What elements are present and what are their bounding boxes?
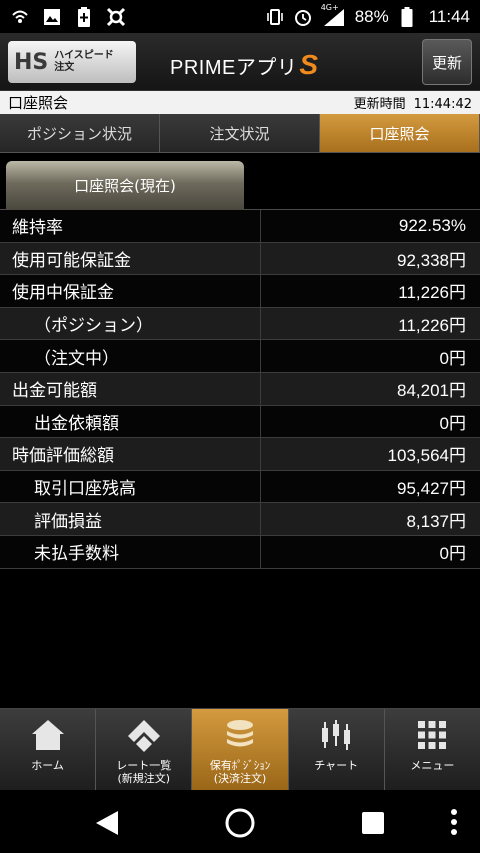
table-row: 時価評価総額 103,564円 bbox=[0, 438, 480, 471]
nav-positions[interactable]: 保有ﾎﾟｼﾞｼｮﾝ (決済注文) bbox=[192, 709, 289, 790]
status-icons-right: 4G+ 88% 11:44 bbox=[265, 3, 470, 27]
update-time-label: 更新時間 bbox=[353, 97, 406, 112]
home-icon bbox=[28, 715, 68, 755]
image-icon bbox=[42, 7, 62, 27]
table-row: 未払手数料 0円 bbox=[0, 535, 480, 569]
row-label: 出金可能額 bbox=[0, 372, 261, 405]
row-value: 0円 bbox=[439, 544, 466, 564]
row-label: 使用可能保証金 bbox=[0, 242, 261, 275]
nav-menu-label: メニュー bbox=[410, 759, 455, 772]
row-value: 0円 bbox=[439, 348, 466, 368]
recents-icon[interactable] bbox=[362, 812, 384, 834]
logo-subtitle: ハイスピード 注文 bbox=[54, 50, 114, 74]
battery-saver-icon bbox=[74, 6, 94, 27]
candlestick-chart-icon bbox=[316, 715, 356, 755]
app-name: PRIMEアプリS bbox=[170, 49, 319, 81]
signal-icon: 4G+ bbox=[321, 3, 347, 27]
nav-positions-label: 保有ﾎﾟｼﾞｼｮﾝ (決済注文) bbox=[209, 759, 271, 785]
nav-home[interactable]: ホーム bbox=[0, 709, 97, 790]
nav-home-label: ホーム bbox=[31, 759, 64, 772]
subtab-bar: 口座照会(現在) bbox=[0, 153, 480, 210]
table-row: （ポジション） 11,226円 bbox=[0, 307, 480, 341]
vibrate-icon bbox=[265, 7, 285, 27]
table-row: （注文中） 0円 bbox=[0, 340, 480, 373]
row-value: 92,338円 bbox=[397, 250, 466, 270]
nav-chart-label: チャート bbox=[314, 759, 359, 772]
table-row: 使用可能保証金 92,338円 bbox=[0, 242, 480, 276]
page-title: 口座照会 bbox=[8, 94, 69, 112]
grid-menu-icon bbox=[412, 715, 452, 755]
app-name-suffix: S bbox=[299, 49, 319, 80]
alarm-icon bbox=[293, 7, 313, 27]
system-nav-bar bbox=[0, 790, 480, 853]
wifi-calling-icon bbox=[10, 7, 30, 27]
rate-list-icon bbox=[124, 715, 164, 755]
row-value: 84,201円 bbox=[397, 381, 466, 401]
row-label: 取引口座残高 bbox=[0, 470, 261, 503]
status-icons-left bbox=[10, 6, 126, 27]
table-row: 使用中保証金 11,226円 bbox=[0, 275, 480, 308]
row-label: 維持率 bbox=[0, 210, 261, 242]
nav-rate-list-label: レート一覧 (新規注文) bbox=[116, 759, 172, 785]
nav-menu[interactable]: メニュー bbox=[384, 709, 480, 790]
logo-subtitle-line2: 注文 bbox=[54, 62, 75, 73]
row-value: 922.53% bbox=[398, 215, 466, 235]
row-value: 11,226円 bbox=[398, 283, 466, 303]
table-row: 取引口座残高 95,427円 bbox=[0, 470, 480, 504]
page-title-bar: 口座照会 更新時間 11:44:42 bbox=[0, 91, 480, 114]
status-time: 11:44 bbox=[428, 6, 470, 26]
subtab-account-current[interactable]: 口座照会(現在) bbox=[6, 161, 244, 210]
account-table: 維持率 922.53% 使用可能保証金 92,338円 使用中保証金 11,22… bbox=[0, 210, 480, 569]
tab-account[interactable]: 口座照会 bbox=[320, 114, 480, 152]
logo-subtitle-line1: ハイスピード bbox=[54, 50, 114, 61]
app-header: HS ハイスピード 注文 PRIMEアプリS 更新 bbox=[0, 33, 480, 91]
row-label: 出金依頼額 bbox=[0, 405, 261, 438]
app-icon bbox=[106, 7, 126, 27]
more-dots-icon[interactable] bbox=[450, 808, 458, 840]
row-label: （ポジション） bbox=[0, 307, 261, 340]
table-row: 維持率 922.53% bbox=[0, 210, 480, 243]
tab-orders[interactable]: 注文状況 bbox=[160, 114, 320, 152]
app-name-text: PRIMEアプリ bbox=[170, 57, 298, 79]
back-icon[interactable] bbox=[94, 809, 120, 841]
coins-icon bbox=[220, 715, 260, 755]
update-time-value: 11:44:42 bbox=[413, 97, 472, 112]
row-label: 時価評価総額 bbox=[0, 438, 261, 470]
update-time: 更新時間 11:44:42 bbox=[354, 93, 472, 112]
nav-rate-list[interactable]: レート一覧 (新規注文) bbox=[96, 709, 193, 790]
row-label: 未払手数料 bbox=[0, 535, 261, 568]
battery-icon bbox=[397, 6, 417, 27]
row-value: 95,427円 bbox=[397, 479, 466, 499]
refresh-button[interactable]: 更新 bbox=[422, 39, 472, 85]
status-bar: 4G+ 88% 11:44 bbox=[0, 0, 480, 33]
logo-hs-mark: HS bbox=[14, 49, 49, 75]
row-label: 評価損益 bbox=[0, 503, 261, 535]
app-logo: HS ハイスピード 注文 bbox=[8, 41, 136, 83]
row-label: （注文中） bbox=[0, 340, 261, 372]
network-type: 4G+ bbox=[320, 2, 339, 12]
row-value: 103,564円 bbox=[387, 446, 466, 466]
main-tabs: ポジション状況 注文状況 口座照会 bbox=[0, 114, 480, 153]
row-value: 8,137円 bbox=[406, 511, 466, 531]
battery-percent: 88% bbox=[354, 6, 389, 26]
row-label: 使用中保証金 bbox=[0, 275, 261, 307]
tab-positions[interactable]: ポジション状況 bbox=[0, 114, 160, 152]
row-value: 0円 bbox=[439, 413, 466, 433]
nav-chart[interactable]: チャート bbox=[288, 709, 385, 790]
table-row: 出金依頼額 0円 bbox=[0, 405, 480, 439]
row-value: 11,226円 bbox=[398, 316, 466, 336]
bottom-nav: ホーム レート一覧 (新規注文) 保有ﾎﾟｼﾞｼｮﾝ (決済注文) チャート メ… bbox=[0, 708, 480, 790]
table-row: 出金可能額 84,201円 bbox=[0, 372, 480, 406]
table-row: 評価損益 8,137円 bbox=[0, 503, 480, 536]
home-circle-icon[interactable] bbox=[224, 807, 256, 843]
